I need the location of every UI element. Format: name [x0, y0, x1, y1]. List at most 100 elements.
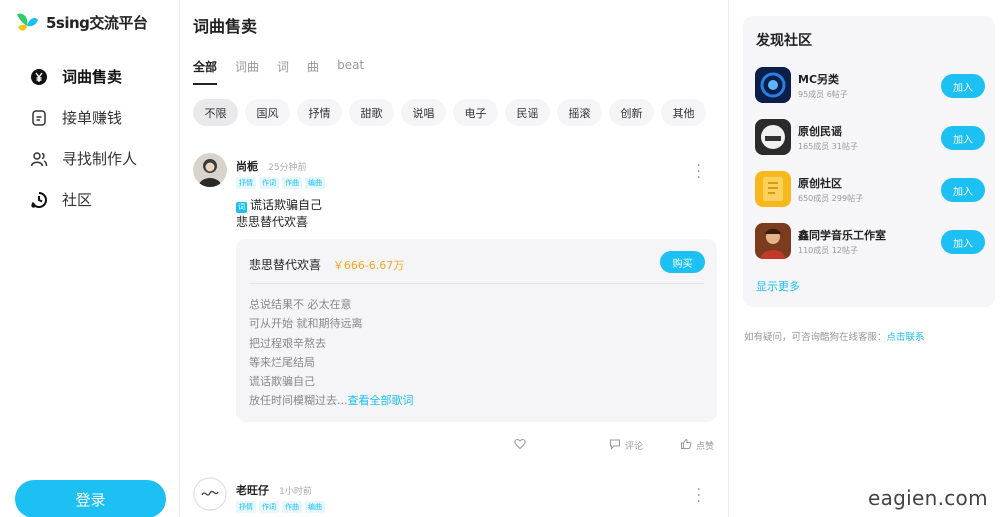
community-item[interactable]: MC另类 95成员 6帖子 加入 [755, 67, 985, 105]
divider [249, 283, 704, 284]
tag: 抒情 [236, 177, 256, 189]
community-meta: 95成员 6帖子 [798, 90, 848, 99]
post-card: 尚栀 25分钟前 抒情 作词 作曲 编曲 · · · 词谎话欺骗自己 悲思替代欢喜 … [193, 153, 717, 458]
more-options-icon[interactable]: · · · [697, 483, 701, 509]
style-filter: 不限 国风 抒情 甜歌 说唱 电子 民谣 摇滚 创新 其他 [193, 99, 706, 126]
sidebar-item-producer[interactable]: 寻找制作人 [30, 138, 137, 179]
post-text: 词谎话欺骗自己 悲思替代欢喜 [236, 197, 322, 231]
post-card: 老旺仔 1小时前 抒情 作词 作曲 编曲 · · · [193, 477, 717, 517]
lyric-line: 把过程艰辛熬去 [249, 336, 326, 350]
community-icon [30, 191, 48, 209]
tab-lyrics[interactable]: 词 [277, 58, 289, 85]
like-label: 点赞 [696, 442, 715, 452]
help-text: 如有疑问，可咨询酷狗在线客服：点击联系 [744, 329, 925, 343]
sidebar-nav: 词曲售卖 接单赚钱 寻找制作人 社区 [30, 56, 137, 220]
filter-chip[interactable]: 创新 [609, 99, 654, 126]
song-card-header: 悲思替代欢喜 ￥666-6.67万 [249, 256, 404, 273]
community-meta: 165成员 31帖子 [798, 142, 858, 151]
logo-icon [14, 9, 40, 35]
community-avatar [755, 67, 791, 103]
sidebar-item-label: 寻找制作人 [62, 150, 138, 168]
thumbs-up-icon [680, 438, 692, 453]
filter-chip[interactable]: 电子 [453, 99, 498, 126]
post-header: 尚栀 25分钟前 抒情 作词 作曲 编曲 [236, 155, 325, 189]
help-message: 如有疑问，可咨询酷狗在线客服： [744, 332, 887, 343]
post-header: 老旺仔 1小时前 抒情 作词 作曲 编曲 [236, 479, 325, 513]
avatar[interactable] [193, 153, 227, 187]
community-item[interactable]: 原创社区 650成员 299帖子 加入 [755, 171, 985, 209]
tag: 作曲 [282, 501, 302, 513]
community-item[interactable]: 鑫同学音乐工作室 110成员 12帖子 加入 [755, 223, 985, 261]
lyric-line: 等来烂尾结局 [249, 355, 315, 369]
sidebar-item-lyrics-sale[interactable]: 词曲售卖 [30, 56, 137, 97]
filter-chip[interactable]: 不限 [193, 99, 238, 126]
sidebar-item-label: 词曲售卖 [62, 68, 123, 86]
tab-lyrics-music[interactable]: 词曲 [235, 58, 259, 85]
song-card[interactable]: 悲思替代欢喜 ￥666-6.67万 购买 总说结果不 必太在意 可从开始 就和期… [236, 239, 717, 422]
more-options-icon[interactable]: · · · [697, 159, 701, 185]
like-button[interactable]: 点赞 [680, 438, 714, 453]
join-button[interactable]: 加入 [941, 126, 985, 150]
post-tags: 抒情 作词 作曲 编曲 [236, 177, 325, 189]
panel-title: 发现社区 [756, 33, 812, 49]
contact-link[interactable]: 点击联系 [887, 332, 925, 343]
category-tabs: 全部 词曲 词 曲 beat [193, 58, 382, 85]
show-more-link[interactable]: 显示更多 [756, 278, 800, 294]
tag: 抒情 [236, 501, 256, 513]
tag: 作曲 [282, 177, 302, 189]
lyrics-preview: 总说结果不 必太在意 可从开始 就和期待远离 把过程艰辛熬去 等来烂尾结局 谎话… [249, 295, 414, 411]
join-button[interactable]: 加入 [941, 178, 985, 202]
post-time: 1小时前 [279, 487, 312, 497]
filter-chip[interactable]: 国风 [245, 99, 290, 126]
sidebar-item-label: 接单赚钱 [62, 109, 123, 127]
tag: 编曲 [305, 177, 325, 189]
buy-button[interactable]: 购买 [660, 251, 705, 273]
song-title: 悲思替代欢喜 [249, 258, 322, 272]
filter-chip[interactable]: 说唱 [401, 99, 446, 126]
community-name: 鑫同学音乐工作室 [798, 229, 886, 242]
post-tags: 抒情 作词 作曲 编曲 [236, 501, 325, 513]
tab-all[interactable]: 全部 [193, 58, 218, 85]
tab-music[interactable]: 曲 [307, 58, 319, 85]
join-button[interactable]: 加入 [941, 230, 985, 254]
logo-text: 5sing交流平台 [46, 13, 148, 32]
document-icon [30, 109, 48, 127]
view-all-lyrics-link[interactable]: 查看全部歌词 [348, 394, 414, 407]
filter-chip[interactable]: 甜歌 [349, 99, 394, 126]
tag: 作词 [259, 177, 279, 189]
community-avatar [755, 171, 791, 207]
watermark: eagien.com [868, 486, 988, 510]
post-time: 25分钟前 [268, 163, 307, 173]
community-name: 原创民谣 [798, 125, 842, 138]
community-item[interactable]: 原创民谣 165成员 31帖子 加入 [755, 119, 985, 157]
join-button[interactable]: 加入 [941, 74, 985, 98]
tag: 作词 [259, 501, 279, 513]
sidebar-item-label: 社区 [62, 191, 93, 209]
yen-icon [30, 68, 48, 86]
sidebar-item-earn[interactable]: 接单赚钱 [30, 97, 137, 138]
comment-button[interactable]: 评论 [609, 438, 643, 453]
filter-chip[interactable]: 民谣 [505, 99, 550, 126]
logo[interactable]: 5sing交流平台 [14, 9, 148, 35]
lyric-line: 谎话欺骗自己 [249, 375, 315, 389]
favorite-button[interactable] [514, 438, 526, 453]
filter-chip[interactable]: 摇滚 [557, 99, 602, 126]
tab-beat[interactable]: beat [337, 58, 364, 85]
filter-chip[interactable]: 其他 [661, 99, 706, 126]
community-avatar [755, 223, 791, 259]
author-name[interactable]: 尚栀 [236, 160, 258, 173]
sidebar-item-community[interactable]: 社区 [30, 179, 137, 220]
community-avatar [755, 119, 791, 155]
post-line: 悲思替代欢喜 [236, 215, 309, 229]
login-button[interactable]: 登录 [15, 480, 166, 517]
lyric-line: 放任时间模糊过去... [249, 394, 348, 408]
author-name[interactable]: 老旺仔 [236, 484, 269, 497]
community-meta: 110成员 12帖子 [798, 246, 858, 255]
page-title: 词曲售卖 [193, 17, 258, 36]
comment-icon [609, 438, 621, 453]
lyric-line: 可从开始 就和期待远离 [249, 317, 363, 331]
community-name: MC另类 [798, 73, 840, 86]
filter-chip[interactable]: 抒情 [297, 99, 342, 126]
avatar[interactable] [193, 477, 227, 511]
lyric-line: 总说结果不 必太在意 [249, 298, 352, 311]
